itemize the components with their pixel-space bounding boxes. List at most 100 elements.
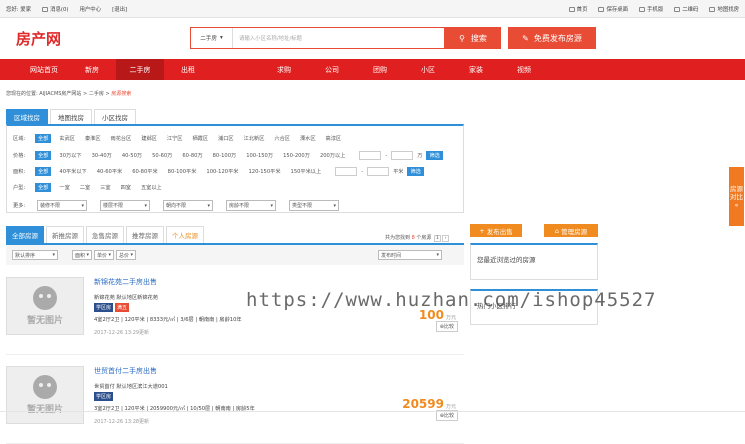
nav-home[interactable]: 网站首页 bbox=[20, 59, 68, 80]
nav-item-blank[interactable] bbox=[212, 59, 260, 80]
nav-video[interactable]: 视频 bbox=[500, 59, 548, 80]
sort-bar: 默认排序 ▾ 面积 ▾ 单价 ▾ 总价 ▾ 发布时间 ▾ bbox=[6, 243, 464, 265]
nav-wanted[interactable]: 求购 bbox=[260, 59, 308, 80]
search-type-select[interactable]: 二手房 ▾ bbox=[191, 28, 233, 48]
size-option[interactable]: 120-150平米 bbox=[248, 168, 280, 175]
area-option[interactable]: 六合区 bbox=[274, 135, 290, 142]
tab-area-search[interactable]: 区域找房 bbox=[6, 109, 48, 124]
tab-new-listings[interactable]: 新推房源 bbox=[46, 226, 84, 243]
decoration-select[interactable]: 装修不限 ▾ bbox=[37, 200, 87, 211]
search-input[interactable]: 请输入小区名称/地址/标题 bbox=[233, 34, 444, 42]
price-min-input[interactable] bbox=[359, 151, 382, 160]
compare-float-tab[interactable]: 房源对比 « bbox=[729, 167, 744, 226]
tab-urgent-listings[interactable]: 急售房源 bbox=[86, 226, 124, 243]
nav-new-house[interactable]: 新房 bbox=[68, 59, 116, 80]
price-max-input[interactable] bbox=[391, 151, 414, 160]
area-option[interactable]: 雨花台区 bbox=[111, 135, 132, 142]
page-current[interactable]: 1 bbox=[434, 235, 441, 242]
listing-photo-placeholder[interactable]: 暂无图片 bbox=[6, 366, 84, 424]
messages-link[interactable]: 消息(0) bbox=[42, 5, 69, 13]
nav-group-buy[interactable]: 团购 bbox=[356, 59, 404, 80]
age-select[interactable]: 房龄不限 ▾ bbox=[226, 200, 276, 211]
price-option[interactable]: 150-200万 bbox=[283, 152, 310, 159]
area-option[interactable]: 栖霞区 bbox=[192, 135, 208, 142]
price-option[interactable]: 200万以上 bbox=[320, 152, 345, 159]
size-all[interactable]: 全部 bbox=[35, 167, 52, 176]
user-center-link[interactable]: 用户中心 bbox=[80, 5, 102, 13]
home-link[interactable]: 首页 bbox=[568, 5, 587, 13]
nav-rent[interactable]: 出租 bbox=[164, 59, 212, 80]
area-option[interactable]: 江北新区 bbox=[244, 135, 265, 142]
nav-company[interactable]: 公司 bbox=[308, 59, 356, 80]
tab-recommended-listings[interactable]: 推荐房源 bbox=[126, 226, 164, 243]
area-option[interactable]: 建邺区 bbox=[141, 135, 157, 142]
price-option[interactable]: 60-80万 bbox=[182, 152, 202, 159]
price-filter-button[interactable]: 筛选 bbox=[426, 151, 443, 160]
listing-title[interactable]: 世贸首付二手房出售 bbox=[94, 366, 157, 376]
manage-listings-button[interactable]: ⌂ 管理房源 bbox=[544, 224, 598, 237]
floor-select[interactable]: 楼层不限 ▾ bbox=[100, 200, 150, 211]
qrcode-link[interactable]: 二维码 bbox=[674, 5, 698, 13]
area-option[interactable]: 溧水区 bbox=[300, 135, 316, 142]
publish-button[interactable]: ✎ 免费发布房源 bbox=[508, 27, 596, 49]
size-option[interactable]: 80-100平米 bbox=[168, 168, 197, 175]
price-option[interactable]: 50-60万 bbox=[152, 152, 172, 159]
layout-option[interactable]: 四室 bbox=[121, 184, 131, 191]
size-max-input[interactable] bbox=[367, 167, 390, 176]
type-select[interactable]: 类型不限 ▾ bbox=[289, 200, 339, 211]
mobile-link[interactable]: 手机版 bbox=[639, 5, 663, 13]
search-button[interactable]: ⚲ 搜索 bbox=[445, 27, 501, 49]
listing-photo-placeholder[interactable]: 暂无图片 bbox=[6, 277, 84, 335]
publish-sale-button[interactable]: + 发布出售 bbox=[470, 224, 522, 237]
sort-price[interactable]: 单价 ▾ bbox=[94, 250, 114, 260]
price-option[interactable]: 30-40万 bbox=[92, 152, 112, 159]
sort-area[interactable]: 面积 ▾ bbox=[72, 250, 92, 260]
map-search-link[interactable]: 地图找房 bbox=[709, 5, 739, 13]
tab-personal-listings[interactable]: 个人房源 bbox=[166, 226, 204, 243]
price-option[interactable]: 80-100万 bbox=[213, 152, 237, 159]
size-min-input[interactable] bbox=[335, 167, 358, 176]
sort-time-select[interactable]: 发布时间 ▾ bbox=[378, 250, 442, 260]
sort-default-select[interactable]: 默认排序 ▾ bbox=[12, 250, 58, 260]
tab-community-search[interactable]: 小区找房 bbox=[94, 109, 136, 124]
breadcrumb-section[interactable]: 二手房 bbox=[89, 91, 104, 97]
search-bar: 二手房 ▾ 请输入小区名称/地址/标题 bbox=[190, 27, 445, 49]
nav-decoration[interactable]: 家装 bbox=[452, 59, 500, 80]
layout-all[interactable]: 全部 bbox=[35, 183, 52, 192]
tab-map-search[interactable]: 地图找房 bbox=[50, 109, 92, 124]
compare-button[interactable]: ⊕比较 bbox=[435, 321, 458, 332]
nav-community[interactable]: 小区 bbox=[404, 59, 452, 80]
area-option[interactable]: 玄武区 bbox=[59, 135, 75, 142]
area-all[interactable]: 全部 bbox=[35, 134, 52, 143]
area-option[interactable]: 浦口区 bbox=[218, 135, 234, 142]
listing-item[interactable]: 暂无图片 世贸首付二手房出售 世贸首付 默认地区滨江大道001 学区房 3室2厅… bbox=[6, 356, 464, 444]
size-filter-button[interactable]: 筛选 bbox=[407, 167, 424, 176]
size-option[interactable]: 60-80平米 bbox=[132, 168, 157, 175]
orientation-select[interactable]: 朝向不限 ▾ bbox=[163, 200, 213, 211]
price-option[interactable]: 100-150万 bbox=[246, 152, 273, 159]
breadcrumb-site[interactable]: AIJIACMS房产网站 bbox=[39, 91, 81, 97]
area-option[interactable]: 高淳区 bbox=[326, 135, 342, 142]
layout-option[interactable]: 五室以上 bbox=[141, 184, 162, 191]
save-desktop-link[interactable]: 保存桌面 bbox=[598, 5, 628, 13]
tab-all-listings[interactable]: 全部房源 bbox=[6, 226, 44, 243]
site-logo[interactable]: 房产网 bbox=[16, 28, 61, 49]
size-option[interactable]: 150平米以上 bbox=[291, 168, 322, 175]
listing-title[interactable]: 新锦花苑二手房出售 bbox=[94, 277, 157, 287]
area-option[interactable]: 江宁区 bbox=[167, 135, 183, 142]
price-all[interactable]: 全部 bbox=[35, 151, 52, 160]
layout-option[interactable]: 二室 bbox=[80, 184, 90, 191]
size-option[interactable]: 40-60平米 bbox=[97, 168, 122, 175]
price-option[interactable]: 40-50万 bbox=[122, 152, 142, 159]
nav-second-hand[interactable]: 二手房 bbox=[116, 59, 164, 80]
price-option[interactable]: 30万以下 bbox=[59, 152, 81, 159]
logout-link[interactable]: [退出] bbox=[112, 5, 127, 13]
sort-total[interactable]: 总价 ▾ bbox=[116, 250, 136, 260]
area-option[interactable]: 秦淮区 bbox=[85, 135, 101, 142]
page-next[interactable]: › bbox=[442, 235, 449, 242]
layout-option[interactable]: 一室 bbox=[59, 184, 69, 191]
listing-item[interactable]: 暂无图片 新锦花苑二手房出售 新锦花苑 默认地区新锦花苑 学区房 满五 4室2厅2… bbox=[6, 267, 464, 355]
size-option[interactable]: 40平米以下 bbox=[59, 168, 86, 175]
size-option[interactable]: 100-120平米 bbox=[206, 168, 238, 175]
layout-option[interactable]: 三室 bbox=[100, 184, 110, 191]
